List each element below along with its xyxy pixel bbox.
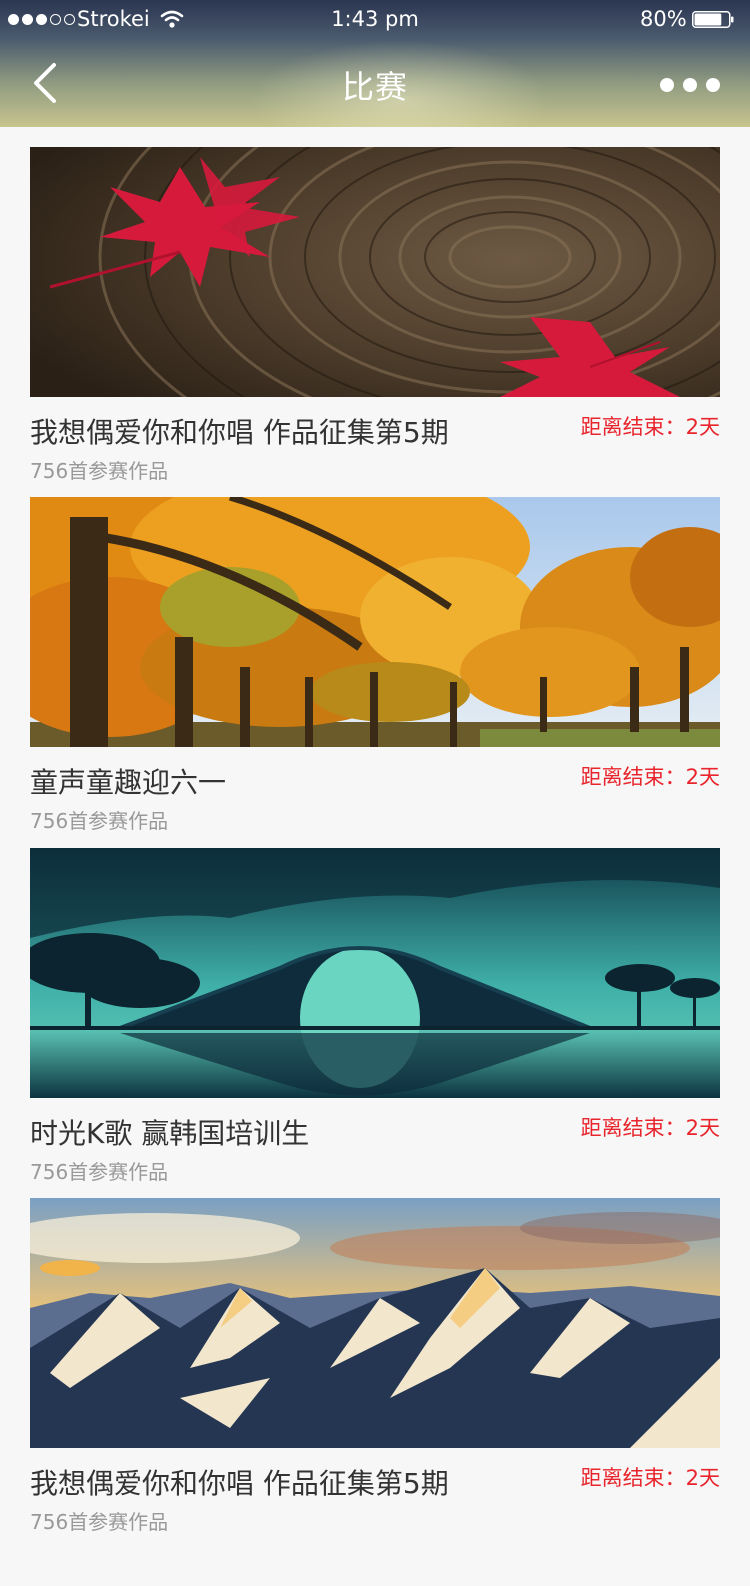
contest-entry-count: 756首参赛作品 — [30, 809, 169, 833]
contest-banner-image — [30, 497, 720, 747]
contest-title: 我想偶爱你和你唱 作品征集第5期 — [30, 416, 449, 449]
battery-icon — [692, 11, 734, 28]
contest-countdown: 距离结束：2天 — [580, 765, 720, 789]
contest-banner-image — [30, 1198, 720, 1448]
header: Strokei 1:43 pm 80% 比赛 — [0, 0, 750, 127]
contest-banner-image — [30, 848, 720, 1098]
contest-countdown: 距离结束：2天 — [580, 1116, 720, 1140]
contest-card[interactable]: 时光K歌 赢韩国培训生 距离结束：2天 756首参赛作品 — [30, 848, 720, 1184]
status-time: 1:43 pm — [331, 7, 419, 31]
more-options-button[interactable] — [660, 70, 720, 100]
status-bar: Strokei 1:43 pm 80% — [0, 0, 750, 40]
more-horizontal-icon — [660, 78, 674, 92]
contest-countdown: 距离结束：2天 — [580, 415, 720, 439]
contest-banner-image — [30, 147, 720, 397]
battery-percentage: 80% — [640, 7, 687, 31]
contest-card[interactable]: 我想偶爱你和你唱 作品征集第5期 距离结束：2天 756首参赛作品 — [30, 147, 720, 483]
contest-entry-count: 756首参赛作品 — [30, 1160, 169, 1184]
contest-title: 童声童趣迎六一 — [30, 766, 227, 799]
page-title: 比赛 — [341, 68, 408, 106]
contest-title: 我想偶爱你和你唱 作品征集第5期 — [30, 1467, 449, 1500]
contest-card[interactable]: 童声童趣迎六一 距离结束：2天 756首参赛作品 — [30, 497, 720, 833]
contest-card[interactable]: 我想偶爱你和你唱 作品征集第5期 距离结束：2天 756首参赛作品 — [30, 1198, 720, 1534]
contest-countdown: 距离结束：2天 — [580, 1466, 720, 1490]
contest-entry-count: 756首参赛作品 — [30, 1510, 169, 1534]
contest-title: 时光K歌 赢韩国培训生 — [30, 1117, 310, 1150]
contest-entry-count: 756首参赛作品 — [30, 459, 169, 483]
